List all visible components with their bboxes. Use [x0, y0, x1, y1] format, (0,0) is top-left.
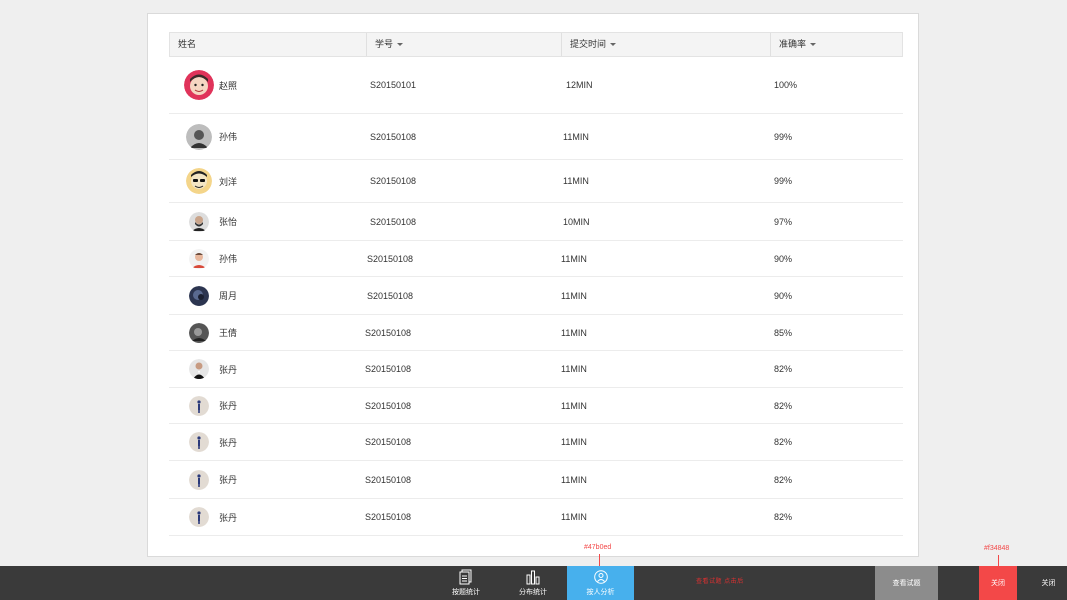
table-row[interactable]: 孙伟 S20150108 11MIN 90%: [169, 241, 903, 277]
accuracy: 97%: [774, 216, 793, 227]
avatar: [189, 469, 209, 490]
annotation-line: [599, 554, 600, 566]
submit-time: 12MIN: [566, 80, 593, 90]
bottom-toolbar: 按题统计 分布统计 按人分析 查看试题 点击后 查看试题 关闭 关闭: [0, 566, 1067, 600]
results-table: 姓名 学号 提交时间 准确率 赵照 S20150101 12MIN 100% 孙伟 S20…: [169, 32, 903, 536]
table-row[interactable]: 周月 S20150108 11MIN 90%: [169, 277, 903, 315]
student-name: 孙伟: [219, 132, 238, 142]
close-button[interactable]: 关闭: [1030, 566, 1067, 600]
by-question-stats-button[interactable]: 按题统计: [446, 566, 486, 600]
avatar: [186, 168, 212, 194]
avatar: [189, 395, 209, 416]
student-id: S20150108: [365, 474, 412, 485]
student-id: S20150108: [367, 253, 414, 264]
accuracy: 82%: [774, 474, 793, 485]
table-row[interactable]: 张丹 S20150108 11MIN 82%: [169, 424, 903, 461]
avatar: [189, 211, 209, 232]
accuracy: 85%: [774, 327, 793, 338]
table-row[interactable]: 张丹 S20150108 11MIN 82%: [169, 388, 903, 424]
student-id: S20150108: [365, 512, 412, 522]
student-id: S20150108: [370, 131, 417, 142]
student-id: S20150108: [365, 327, 412, 338]
sort-caret-icon[interactable]: [810, 43, 817, 47]
submit-time: 11MIN: [561, 512, 587, 522]
student-name: 张丹: [219, 512, 238, 523]
accuracy: 90%: [774, 290, 793, 301]
student-name: 周月: [219, 291, 238, 301]
avatar: [189, 432, 209, 452]
student-name: 张丹: [219, 364, 238, 375]
avatar: [189, 359, 209, 379]
submit-time: 11MIN: [561, 437, 587, 447]
person-icon: [593, 570, 608, 584]
submit-time: 11MIN: [563, 131, 589, 142]
column-header-submit-time[interactable]: 提交时间: [561, 33, 770, 56]
sort-caret-icon[interactable]: [397, 43, 404, 47]
accuracy: 90%: [774, 253, 793, 264]
submit-time: 11MIN: [561, 364, 587, 374]
student-name: 张丹: [219, 475, 238, 485]
annotation-close-color: #f34848: [984, 545, 1010, 552]
table-row[interactable]: 张怡 S20150108 10MIN 97%: [169, 203, 903, 241]
student-id: S20150108: [370, 216, 417, 227]
table-header: 姓名 学号 提交时间 准确率: [169, 32, 903, 57]
submit-time: 11MIN: [563, 176, 589, 186]
submit-time: 11MIN: [561, 400, 587, 411]
column-header-student-id[interactable]: 学号: [366, 33, 561, 56]
table-row[interactable]: 张丹 S20150108 11MIN 82%: [169, 461, 903, 499]
submit-time: 11MIN: [561, 253, 587, 264]
student-id: S20150108: [365, 400, 412, 411]
table-row[interactable]: 刘洋 S20150108 11MIN 99%: [169, 160, 903, 203]
student-id: S20150108: [370, 176, 417, 186]
student-name: 刘洋: [219, 176, 238, 187]
avatar: [189, 507, 209, 527]
accuracy: 100%: [774, 80, 798, 90]
accuracy: 99%: [774, 131, 793, 142]
accuracy: 82%: [774, 512, 793, 522]
student-name: 张丹: [219, 437, 238, 448]
bar-chart-icon: [526, 570, 540, 585]
avatar: [189, 285, 209, 306]
sort-caret-icon[interactable]: [610, 43, 617, 47]
table-row[interactable]: 孙伟 S20150108 11MIN 99%: [169, 114, 903, 160]
avatar: [184, 70, 214, 100]
annotation-active-color: #47b0ed: [584, 544, 612, 551]
avatar: [189, 248, 209, 269]
accuracy: 82%: [774, 364, 793, 374]
student-name: 张丹: [219, 401, 238, 411]
by-person-analysis-button[interactable]: 按人分析: [567, 566, 634, 600]
submit-time: 11MIN: [561, 474, 587, 485]
submit-time: 11MIN: [561, 327, 587, 338]
column-header-name: 姓名: [178, 39, 197, 49]
student-name: 孙伟: [219, 254, 238, 264]
student-id: S20150108: [367, 290, 414, 301]
view-questions-button[interactable]: 查看试题: [875, 566, 938, 600]
avatar: [186, 123, 212, 150]
student-name: 张怡: [219, 217, 238, 227]
avatar: [189, 322, 209, 343]
student-name: 王倩: [219, 328, 238, 338]
accuracy: 82%: [774, 400, 793, 411]
student-name: 赵照: [219, 80, 238, 91]
submit-time: 11MIN: [561, 290, 587, 301]
table-row[interactable]: 张丹 S20150108 11MIN 82%: [169, 499, 903, 536]
accuracy: 99%: [774, 176, 793, 186]
student-id: S20150108: [365, 437, 412, 447]
submit-time: 10MIN: [563, 216, 590, 227]
distribution-stats-button[interactable]: 分布统计: [512, 566, 554, 600]
student-id: S20150108: [365, 364, 412, 374]
table-row[interactable]: 王倩 S20150108 11MIN 85%: [169, 315, 903, 351]
column-header-accuracy[interactable]: 准确率: [770, 33, 904, 56]
accuracy: 82%: [774, 437, 793, 447]
red-annotation-note: 查看试题 点击后: [696, 579, 744, 585]
annotation-line: [998, 555, 999, 566]
document-icon: [459, 569, 472, 585]
close-button-active[interactable]: 关闭: [979, 566, 1017, 600]
table-row[interactable]: 张丹 S20150108 11MIN 82%: [169, 351, 903, 388]
student-id: S20150101: [370, 80, 417, 90]
table-body: 赵照 S20150101 12MIN 100% 孙伟 S20150108 11MIN 99% 刘…: [169, 57, 903, 536]
results-panel: 姓名 学号 提交时间 准确率 赵照 S20150101 12MIN 100% 孙伟 S20…: [147, 13, 919, 557]
table-row[interactable]: 赵照 S20150101 12MIN 100%: [169, 57, 903, 114]
